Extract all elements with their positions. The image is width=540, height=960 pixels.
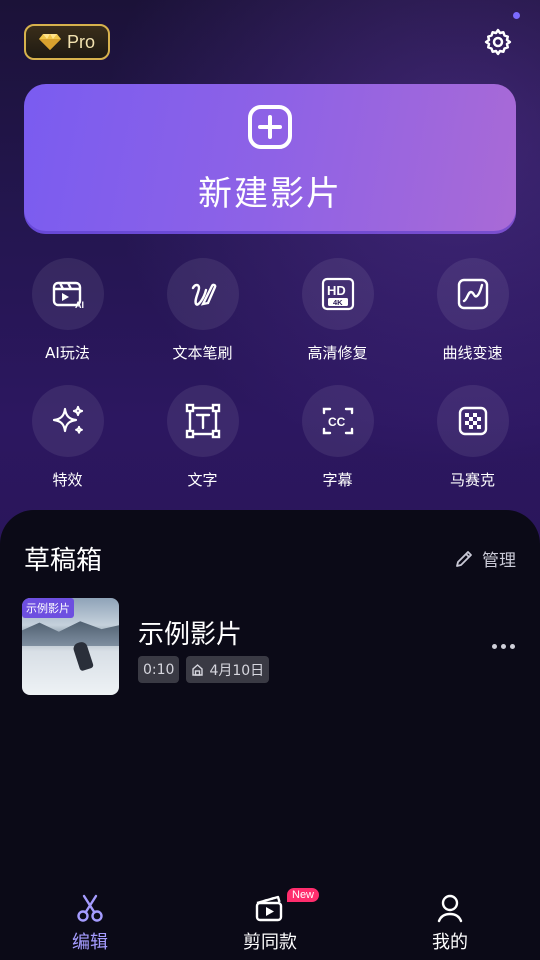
- svg-text:4K: 4K: [333, 298, 343, 307]
- cc-icon: CC: [322, 407, 353, 435]
- pencil-icon: [456, 550, 472, 567]
- manage-label: 管理: [482, 551, 516, 571]
- tab-label: 编辑: [72, 932, 108, 953]
- tab-label: 我的: [432, 932, 468, 953]
- draft-meta: 0:10 4月10日: [138, 656, 270, 683]
- tool-label: 特效: [52, 471, 83, 489]
- tool-effects[interactable]: 特效: [0, 385, 135, 490]
- tool-label: 马赛克: [449, 471, 495, 489]
- date-chip: 4月10日: [186, 656, 270, 683]
- scissors-icon: [77, 894, 103, 922]
- tool-mosaic[interactable]: 马赛克: [405, 385, 540, 490]
- svg-text:AI: AI: [75, 300, 84, 310]
- curve-icon: [457, 278, 488, 310]
- duration-text: 0:10: [143, 661, 175, 678]
- tool-subtitle[interactable]: CC 字幕: [270, 385, 405, 490]
- mosaic-icon: [458, 406, 487, 436]
- user-icon: [437, 894, 463, 923]
- gem-icon: [38, 34, 61, 50]
- tool-label: AI玩法: [45, 344, 90, 362]
- draft-item[interactable]: 示例影片 示例影片 0:10 4月10日: [22, 598, 518, 698]
- gear-icon: [484, 28, 512, 56]
- tool-curve-speed[interactable]: 曲线变速: [405, 258, 540, 363]
- tab-edit[interactable]: 编辑: [0, 880, 180, 960]
- duration-chip: 0:10: [138, 656, 180, 683]
- dot-icon: [500, 643, 506, 649]
- tools-grid: AI AI玩法 文本笔刷 HD 4K 高清修复 曲线变速 特效 文字 CC 字幕…: [0, 258, 540, 490]
- pro-badge[interactable]: Pro: [24, 24, 110, 60]
- tool-text-brush[interactable]: 文本笔刷: [135, 258, 270, 363]
- more-options-button[interactable]: [488, 636, 518, 656]
- draft-name: 示例影片: [138, 620, 243, 650]
- text-frame-icon: [185, 403, 220, 439]
- manage-button[interactable]: 管理: [454, 546, 516, 571]
- settings-button[interactable]: [480, 24, 516, 60]
- tab-label: 剪同款: [243, 932, 297, 953]
- tab-me[interactable]: 我的: [360, 880, 540, 960]
- svg-text:CC: CC: [328, 415, 346, 429]
- tool-ai-play[interactable]: AI AI玩法: [0, 258, 135, 363]
- tool-text[interactable]: 文字: [135, 385, 270, 490]
- tab-templates[interactable]: New 剪同款: [180, 880, 360, 960]
- new-project-button[interactable]: 新建影片: [24, 84, 516, 234]
- hd-4k-icon: HD 4K: [321, 277, 354, 311]
- drafts-title: 草稿箱: [24, 546, 103, 576]
- ai-film-icon: AI: [52, 281, 84, 310]
- tool-label: 字幕: [322, 471, 353, 489]
- save-icon: [192, 664, 204, 676]
- sparkle-icon: [52, 405, 83, 434]
- new-project-label: 新建影片: [198, 173, 342, 214]
- thumb-mountain: [22, 621, 119, 646]
- dot-icon: [491, 643, 497, 649]
- tool-label: 高清修复: [307, 344, 368, 362]
- tool-label: 文字: [187, 471, 218, 489]
- dot-icon: [509, 643, 515, 649]
- plus-square-icon: [248, 104, 292, 149]
- new-badge: New: [287, 888, 320, 902]
- tool-label: 曲线变速: [442, 344, 503, 362]
- bottom-tab-bar: 编辑 New 剪同款 我的: [0, 880, 540, 960]
- tool-hd-repair[interactable]: HD 4K 高清修复: [270, 258, 405, 363]
- tool-label: 文本笔刷: [172, 344, 233, 362]
- draft-thumbnail: 示例影片: [22, 598, 119, 695]
- svg-text:HD: HD: [327, 283, 346, 298]
- brush-icon: [191, 283, 216, 306]
- date-text: 4月10日: [209, 662, 265, 679]
- notification-dot: [513, 12, 520, 19]
- pro-label: Pro: [66, 31, 95, 52]
- thumb-tag: 示例影片: [22, 598, 74, 618]
- clapper-icon: [255, 895, 283, 922]
